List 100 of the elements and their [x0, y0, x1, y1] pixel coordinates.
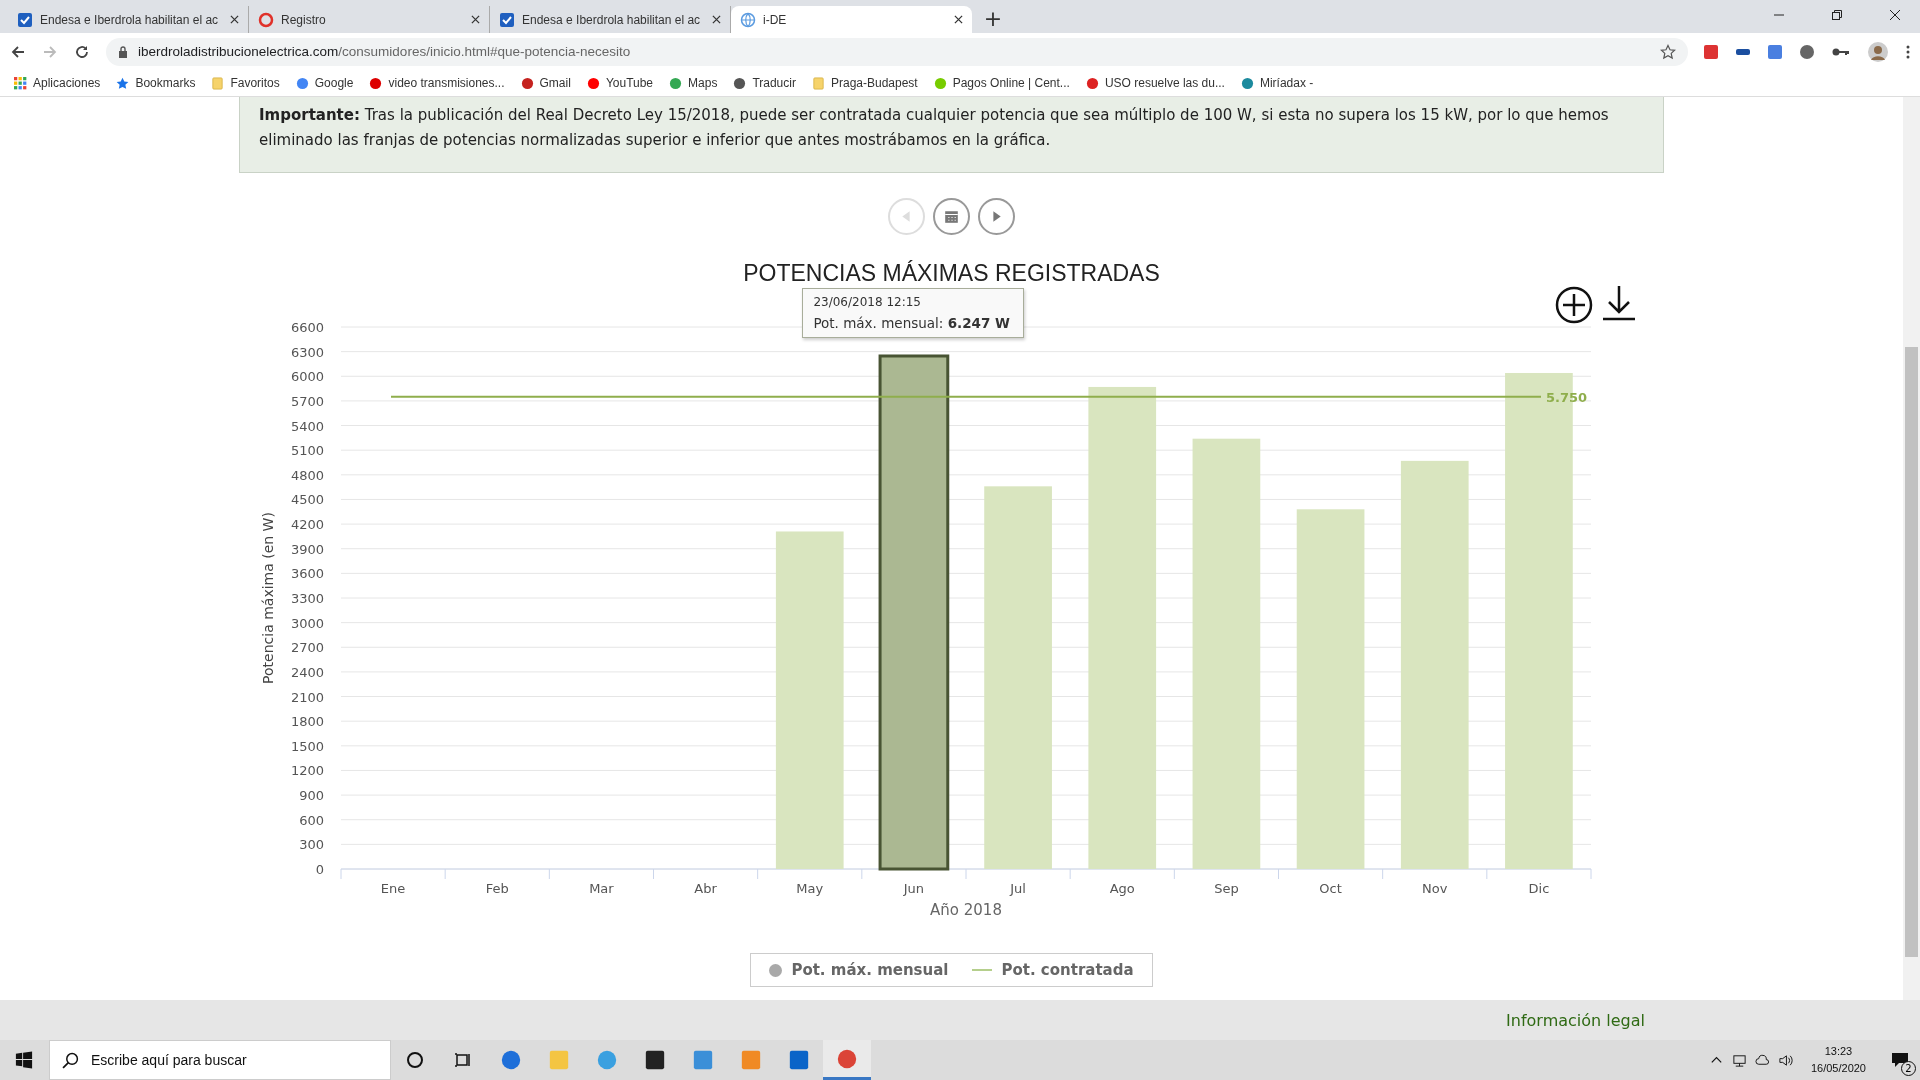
close-icon[interactable] — [1889, 9, 1901, 21]
bookmark-item[interactable]: video transmisiones... — [369, 76, 505, 90]
tooltip-value: Pot. máx. mensual: 6.247 W — [813, 315, 1011, 331]
axis-label: 5100 — [290, 443, 324, 459]
notice-text: Importante: Tras la publicación del Real Decreto Ley 15/2018, puede ser contratada cualquier potencia que sea múltiplo de 100 W, si esta no supera los 15 kW, por lo que hemos eliminado las franjas de potencias normalizadas superior e inferior que antes mostrábamos en la gráfica. — [239, 97, 1664, 173]
apps-grid-icon — [14, 76, 27, 90]
axis-label: 6300 — [290, 344, 324, 360]
axis-label: Nov — [1421, 881, 1447, 896]
site-icon — [520, 76, 534, 90]
legend-label[interactable]: Pot. contratada — [1001, 961, 1134, 979]
extension-icon[interactable] — [1800, 44, 1814, 59]
close-icon[interactable] — [230, 15, 239, 24]
clock-date: 16/05/2020 — [1810, 1061, 1866, 1076]
star-icon[interactable] — [1660, 43, 1676, 60]
axis-label: 4500 — [290, 492, 324, 508]
lock-icon — [118, 45, 128, 58]
close-icon[interactable] — [471, 15, 480, 24]
search-field[interactable]: Escribe aquí para buscar — [49, 1040, 391, 1080]
axis-label: 5700 — [290, 393, 324, 409]
axis-label: 3300 — [290, 591, 324, 606]
volume-icon[interactable] — [1777, 1052, 1793, 1068]
reload-icon[interactable] — [74, 43, 90, 60]
axis-label: 300 — [298, 837, 324, 853]
axis-label: 1200 — [290, 763, 324, 779]
new-tab-button[interactable]: + — [976, 3, 1010, 33]
chart-title: POTENCIAS MÁXIMAS REGISTRADAS — [743, 260, 1160, 287]
axis-label: Mar — [588, 881, 614, 896]
bookmark-item[interactable]: Google — [295, 76, 354, 90]
zoom-in-icon[interactable] — [1553, 285, 1594, 325]
axis-label: 900 — [298, 788, 324, 804]
axis-label: 4800 — [290, 467, 324, 483]
notification-button[interactable]: 2 — [1880, 1040, 1920, 1080]
notification-icon — [1890, 1050, 1910, 1070]
axis-label: Ene — [380, 881, 405, 896]
axis-label: 3600 — [290, 566, 324, 582]
axis-label: 1800 — [290, 714, 324, 730]
axis-label: Abr — [693, 881, 717, 896]
bookmark-item[interactable]: Aplicaciones — [14, 76, 101, 90]
close-icon[interactable] — [954, 15, 963, 24]
taskbar-clock[interactable]: 13:23 16/05/2020 — [1810, 1043, 1866, 1077]
close-icon[interactable] — [712, 15, 721, 24]
bookmark-item[interactable]: Gmail — [520, 76, 571, 90]
axis-label: Ago — [1109, 881, 1135, 896]
axis-label: 2400 — [290, 664, 324, 680]
next-button[interactable] — [978, 198, 1015, 235]
bookmark-item[interactable]: YouTube — [586, 76, 654, 90]
site-icon — [733, 76, 747, 90]
axis-label: Jul — [1009, 881, 1026, 896]
menu-icon[interactable] — [1906, 43, 1910, 60]
cortana-icon[interactable] — [405, 1050, 425, 1070]
axis-label: 1500 — [290, 738, 324, 754]
scrollbar[interactable] — [1903, 97, 1920, 1000]
checkbox-icon — [499, 11, 515, 28]
url-text: iberdroladistribucionelectrica.com/consumidores/inicio.html#que-potencia-necesito — [138, 44, 632, 59]
site-icon — [1085, 76, 1099, 90]
address-bar[interactable]: iberdroladistribucionelectrica.com/consumidores/inicio.html#que-potencia-necesito — [106, 37, 1688, 66]
axis-label: Jun — [903, 881, 924, 896]
axis-label: 4200 — [290, 517, 324, 533]
key-icon[interactable] — [1832, 46, 1850, 57]
browser-tab[interactable]: i-DE — [731, 6, 972, 33]
bookmark-item[interactable]: Bookmarks — [116, 76, 196, 90]
site-icon — [369, 76, 383, 90]
axis-label: 3900 — [290, 541, 324, 557]
star-icon — [116, 76, 130, 90]
x-axis-title: Año 2018 — [929, 901, 1002, 919]
axis-label: Sep — [1213, 881, 1239, 896]
bar[interactable] — [878, 354, 949, 871]
globe-icon — [740, 11, 756, 28]
axis-label: 6600 — [290, 320, 324, 335]
windows-start-icon[interactable] — [15, 1051, 33, 1069]
task-view-icon[interactable] — [453, 1050, 473, 1070]
network-icon[interactable] — [1731, 1052, 1747, 1068]
bookmark-item[interactable]: USO resuelve las du... — [1085, 76, 1225, 90]
axis-label: 2100 — [290, 689, 324, 705]
legal-info-link[interactable]: Información legal — [1506, 1010, 1645, 1030]
restore-icon[interactable] — [1831, 9, 1843, 21]
tooltip-date: 23/06/2018 12:15 — [813, 295, 922, 309]
axis-label: 6000 — [290, 369, 324, 385]
axis-label: 0 — [315, 862, 324, 877]
legend-label[interactable]: Pot. máx. mensual — [791, 961, 949, 979]
bookmark-item[interactable]: Maps — [669, 76, 718, 90]
axis-label: Feb — [485, 881, 509, 896]
axis-label: May — [795, 881, 823, 896]
bookmark-item[interactable]: Miríadax - — [1240, 76, 1314, 90]
contracted-power-label: 5.750 — [1545, 389, 1587, 405]
extension-icon[interactable] — [1768, 44, 1782, 59]
extension-icon[interactable] — [1736, 48, 1750, 55]
axis-label: Dic — [1528, 881, 1549, 896]
bookmark-item[interactable]: Traducir — [733, 76, 796, 90]
calendar-button[interactable] — [933, 198, 970, 235]
notification-count: 2 — [1901, 1061, 1916, 1076]
extension-icon[interactable] — [1704, 44, 1718, 59]
site-icon — [933, 76, 947, 90]
cloud-icon[interactable] — [1754, 1052, 1770, 1068]
back-icon[interactable] — [10, 43, 26, 60]
axis-label: 5400 — [290, 418, 324, 434]
bookmark-item[interactable]: Praga-Budapest — [811, 76, 918, 90]
bookmark-item[interactable]: Favoritos — [211, 76, 280, 90]
avatar-icon[interactable] — [1868, 41, 1888, 62]
bookmark-item[interactable]: Pagos Online | Cent... — [933, 76, 1070, 90]
